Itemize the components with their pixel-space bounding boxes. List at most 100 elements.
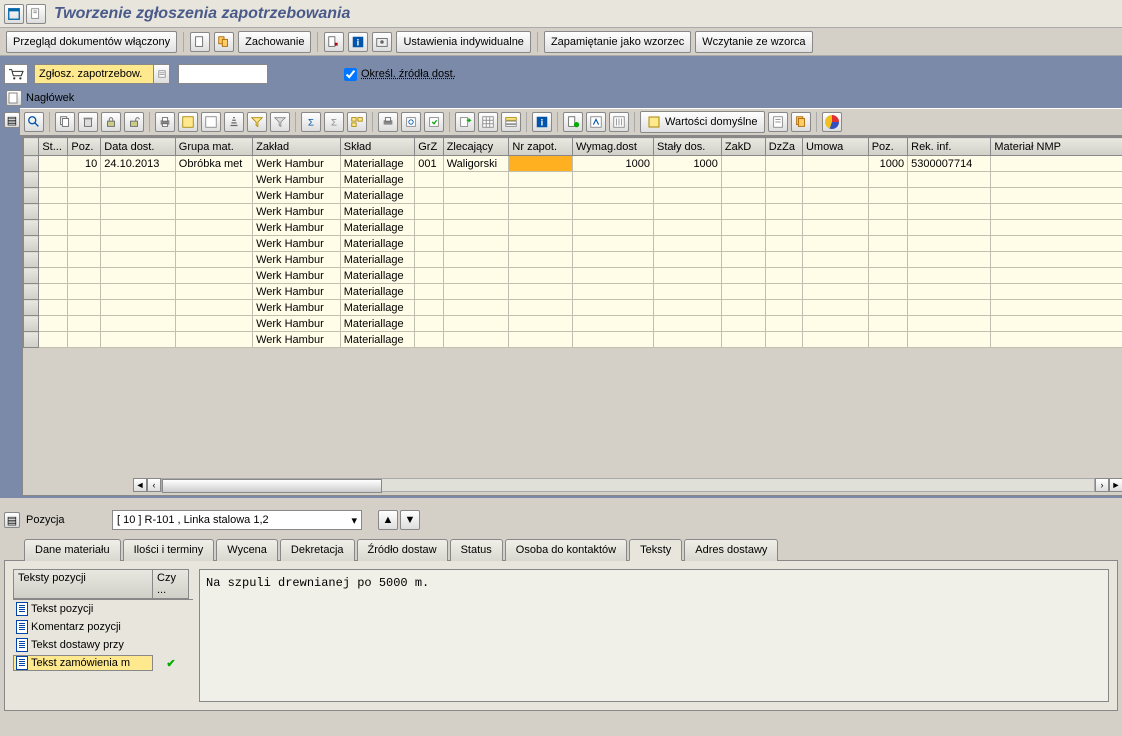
grid-cell[interactable]: 24.10.2013 [101,156,175,172]
grid-cell[interactable] [868,172,907,188]
grid-cell[interactable] [868,236,907,252]
grid-cell[interactable] [765,300,802,316]
col-header[interactable]: Umowa [802,138,868,156]
row-selector[interactable] [24,300,39,316]
grid-cell[interactable] [721,284,765,300]
grid-cell[interactable] [175,220,252,236]
grid-cell[interactable] [908,236,991,252]
grid-cell[interactable] [415,316,443,332]
col-header[interactable]: Skład [340,138,414,156]
copy-icon[interactable] [55,112,75,132]
find-icon[interactable] [401,112,421,132]
grid-cell[interactable] [908,300,991,316]
grid-cell[interactable] [765,188,802,204]
grid-cell[interactable] [991,204,1122,220]
col-header[interactable]: Materiał NMP [991,138,1122,156]
grid-cell[interactable] [908,204,991,220]
sort-asc-icon[interactable] [224,112,244,132]
grid-cell[interactable]: Obróbka met [175,156,252,172]
grid-cell[interactable] [868,268,907,284]
grid-cell[interactable] [68,316,101,332]
grid-cell[interactable] [991,172,1122,188]
grid-cell[interactable] [991,284,1122,300]
grid-cell[interactable]: Materiallage [340,300,414,316]
grid-cell[interactable] [443,300,509,316]
grid-cell[interactable] [991,220,1122,236]
grid-cell[interactable] [991,268,1122,284]
grid-cell[interactable] [101,316,175,332]
window-icon-2[interactable] [26,4,46,24]
print2-icon[interactable] [378,112,398,132]
text-type-item[interactable]: Tekst pozycji [13,600,193,618]
grid-cell[interactable] [68,284,101,300]
col-header[interactable]: DzZa [765,138,802,156]
grid-cell[interactable] [765,204,802,220]
grid-cell[interactable] [765,316,802,332]
grid-cell[interactable] [68,252,101,268]
grid-cell[interactable] [654,268,722,284]
grid-cell[interactable] [443,188,509,204]
grid-cell[interactable]: Werk Hambur [253,252,341,268]
row-selector[interactable] [24,316,39,332]
grid-cell[interactable] [908,284,991,300]
grid-cell[interactable]: Werk Hambur [253,220,341,236]
grid-cell[interactable] [572,204,653,220]
sum-icon[interactable]: Σ [301,112,321,132]
col-header[interactable]: Zakład [253,138,341,156]
grid-cell[interactable] [868,204,907,220]
grid-cell[interactable]: Werk Hambur [253,188,341,204]
grid-cell[interactable] [101,188,175,204]
grid-cell[interactable]: Materiallage [340,268,414,284]
scroll-right-icon[interactable]: › [1095,478,1109,492]
grid-cell[interactable] [991,236,1122,252]
grid-cell[interactable] [908,268,991,284]
grid-cell[interactable] [509,220,573,236]
grid-cell[interactable] [415,236,443,252]
grid-cell[interactable] [101,236,175,252]
grid-cell[interactable] [415,172,443,188]
grid-cell[interactable] [415,332,443,348]
services-icon[interactable] [586,112,606,132]
deselect-icon[interactable] [201,112,221,132]
row-selector[interactable] [24,188,39,204]
grid-cell[interactable] [721,332,765,348]
grid-cell[interactable] [39,316,68,332]
col-header[interactable]: Rek. inf. [908,138,991,156]
next-item-icon[interactable]: ▼ [400,510,420,530]
grid-cell[interactable] [802,204,868,220]
grid-cell[interactable]: Materiallage [340,156,414,172]
row-selector[interactable] [24,284,39,300]
grid-cell[interactable]: 001 [415,156,443,172]
grid-cell[interactable] [39,332,68,348]
grid-cell[interactable] [721,220,765,236]
grid-cell[interactable] [721,268,765,284]
detail-icon[interactable] [24,112,44,132]
col-header[interactable]: Nr zapot. [509,138,573,156]
grid-cell[interactable] [868,220,907,236]
grid-cell[interactable]: 1000 [868,156,907,172]
col-header[interactable]: Data dost. [101,138,175,156]
grid-cell[interactable] [509,172,573,188]
grid-cell[interactable] [765,284,802,300]
grid-cell[interactable] [654,236,722,252]
doc-number-input[interactable] [178,64,268,84]
grid-cell[interactable] [175,172,252,188]
grid-cell[interactable] [991,300,1122,316]
delete-icon[interactable] [78,112,98,132]
grid-hscroll[interactable]: ◄ ‹ › ► [23,477,1122,493]
grid-cell[interactable] [654,316,722,332]
grid-cell[interactable] [765,268,802,284]
grid-cell[interactable] [908,316,991,332]
grid-cell[interactable] [509,236,573,252]
grid-cell[interactable] [39,156,68,172]
layout-icon[interactable] [501,112,521,132]
text-type-item[interactable]: Tekst zamówienia m✔ [13,654,193,672]
grid-cell[interactable] [39,188,68,204]
grid-cell[interactable] [802,316,868,332]
params-icon[interactable] [609,112,629,132]
grid-cell[interactable] [572,188,653,204]
grid-cell[interactable] [802,284,868,300]
expand-header-icon[interactable] [6,90,22,106]
grid-cell[interactable] [654,300,722,316]
grid-cell[interactable] [572,220,653,236]
